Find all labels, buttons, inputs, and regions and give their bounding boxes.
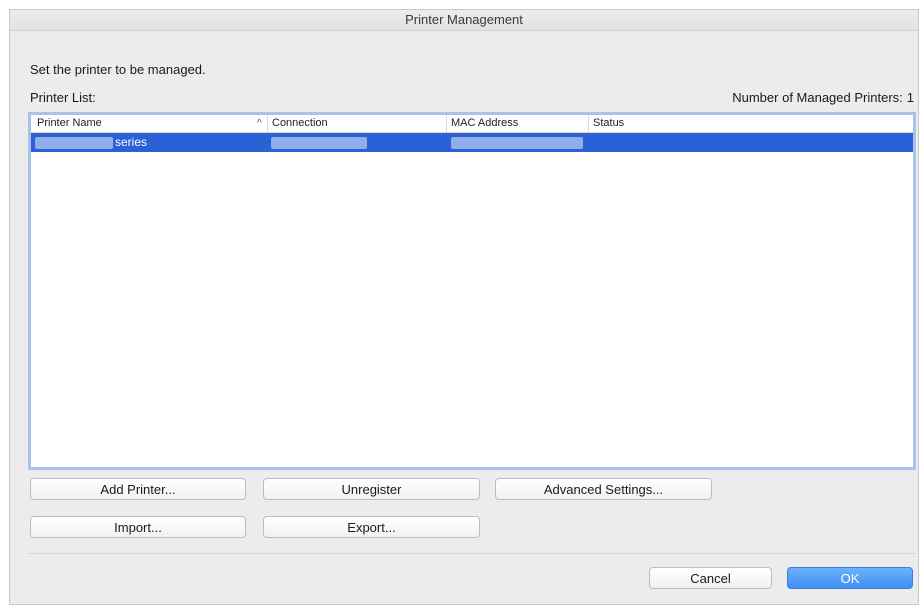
column-header-mac-address[interactable]: MAC Address [446,115,518,132]
advanced-settings-button[interactable]: Advanced Settings... [495,478,712,500]
import-button[interactable]: Import... [30,516,246,538]
printer-name-cell: series [115,135,148,149]
table-header: Printer Name ^ Connection MAC Address St… [31,115,913,133]
instruction-text: Set the printer to be managed. [30,62,206,77]
add-printer-button[interactable]: Add Printer... [30,478,246,500]
divider [28,553,916,554]
managed-count-value: 1 [906,90,914,105]
dialog-title: Printer Management [10,10,918,31]
ok-button[interactable]: OK [787,567,913,589]
printer-management-dialog: Printer Management Set the printer to be… [9,9,919,605]
managed-count-label: Number of Managed Printers: [732,90,903,105]
column-header-status[interactable]: Status [588,115,624,132]
printer-list-label: Printer List: [30,90,96,105]
export-button[interactable]: Export... [263,516,480,538]
cancel-button[interactable]: Cancel [649,567,772,589]
column-header-printer-name[interactable]: Printer Name [37,115,102,132]
table-row[interactable]: series [31,133,913,152]
redacted-mac-address [451,137,583,149]
printer-list-table[interactable]: Printer Name ^ Connection MAC Address St… [28,112,916,470]
sort-ascending-icon: ^ [257,118,262,129]
column-header-connection[interactable]: Connection [267,115,328,132]
unregister-button[interactable]: Unregister [263,478,480,500]
managed-printers-count: Number of Managed Printers: 1 [732,90,914,105]
redacted-printer-name [35,137,113,149]
redacted-connection [271,137,367,149]
